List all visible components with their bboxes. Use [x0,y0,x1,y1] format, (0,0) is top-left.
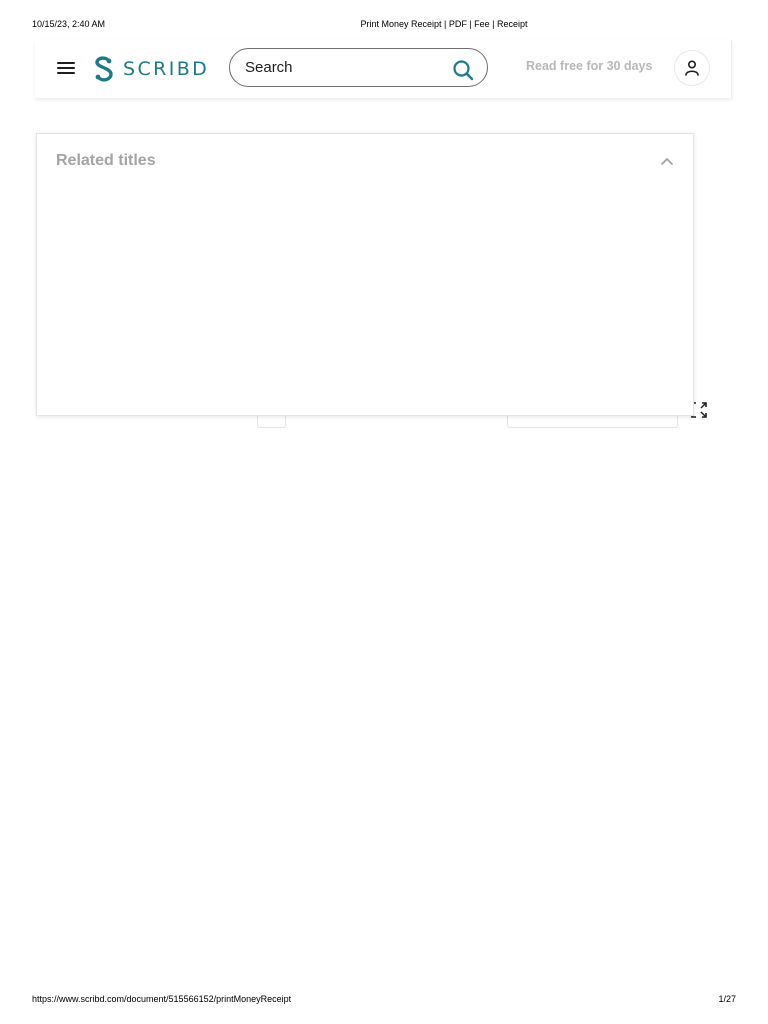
search-box [229,48,488,87]
chevron-up-icon[interactable] [659,154,675,168]
logo-text: SCRIBD [123,58,210,80]
search-icon[interactable] [451,58,475,82]
user-icon [685,60,699,76]
scribd-logo-icon [95,56,113,82]
read-free-link[interactable]: Read free for 30 days [526,59,652,73]
scribd-logo[interactable]: SCRIBD [93,53,209,85]
print-footer-url: https://www.scribd.com/document/51556615… [32,994,292,1004]
print-header-title: Print Money Receipt | PDF | Fee | Receip… [360,19,528,29]
account-button[interactable] [674,50,710,86]
search-input[interactable] [245,49,435,86]
hamburger-menu-icon[interactable] [55,58,79,80]
related-titles-panel: Related titles [36,133,694,416]
site-header: SCRIBD Read free for 30 days [35,40,732,98]
related-titles-heading: Related titles [56,152,156,169]
print-footer-page-number: 1/27 [718,994,736,1004]
